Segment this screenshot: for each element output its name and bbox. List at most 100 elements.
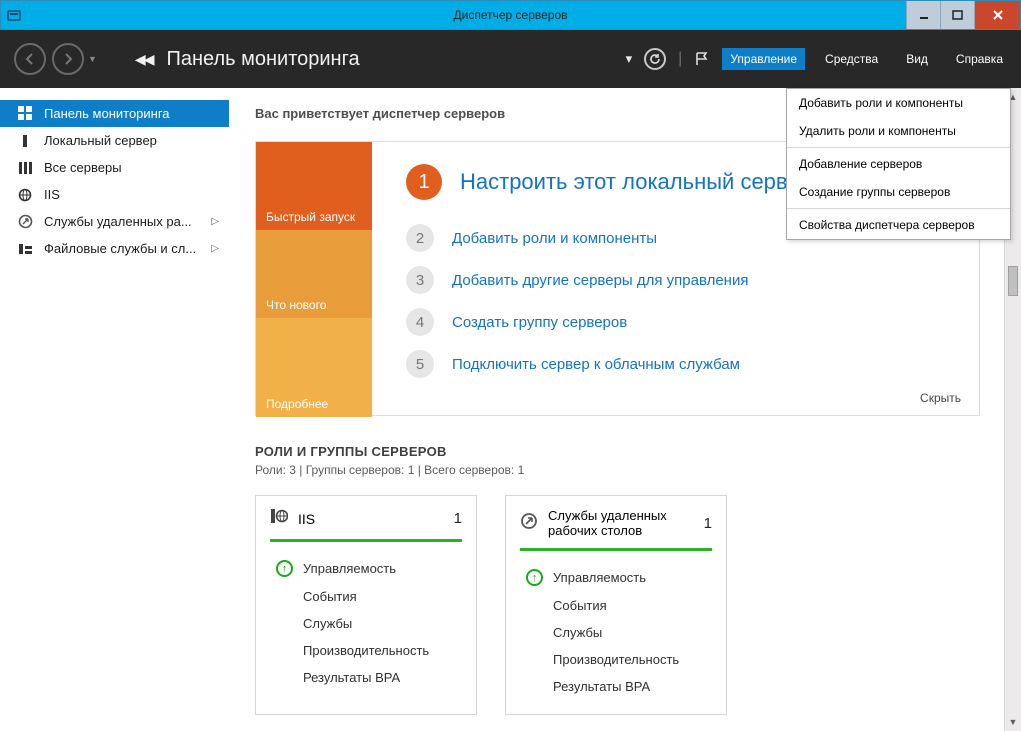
tile-row-label: Управляемость: [303, 561, 396, 576]
dd-remove-roles[interactable]: Удалить роли и компоненты: [787, 117, 1010, 145]
header-dropdown-icon[interactable]: ▾: [626, 51, 633, 67]
role-tile-remote[interactable]: Службы удаленных рабочих столов 1 ↑ Управ…: [505, 495, 727, 715]
step-number: 1: [406, 164, 442, 200]
nav-back-button[interactable]: [14, 43, 46, 75]
nav-dropdown-icon[interactable]: ▼: [88, 54, 97, 64]
scroll-down-icon[interactable]: ▼: [1005, 713, 1021, 731]
tile-row-bpa[interactable]: Результаты BPA: [520, 673, 712, 700]
tile-row-label: События: [553, 598, 607, 613]
tile-row-services[interactable]: Службы: [520, 619, 712, 646]
tile-row-performance[interactable]: Производительность: [520, 646, 712, 673]
sidebar-item-local-server[interactable]: Локальный сервер: [0, 127, 229, 154]
tile-row-label: Производительность: [303, 643, 429, 658]
whatsnew-label: Что нового: [266, 298, 326, 312]
learnmore-tile[interactable]: Подробнее: [256, 318, 372, 417]
step-link: Подключить сервер к облачным службам: [452, 356, 740, 373]
step-number: 5: [406, 350, 434, 378]
breadcrumb: ◀◀ Панель мониторинга: [135, 48, 360, 71]
step-link: Добавить другие серверы для управления: [452, 272, 748, 289]
sidebar-item-label: Службы удаленных ра...: [44, 214, 192, 229]
menu-tools[interactable]: Средства: [817, 48, 886, 70]
learnmore-label: Подробнее: [266, 397, 328, 411]
menu-view[interactable]: Вид: [898, 48, 936, 70]
flag-icon[interactable]: [694, 51, 710, 67]
scroll-thumb[interactable]: [1008, 266, 1018, 296]
tile-row-events[interactable]: События: [270, 583, 462, 610]
quickstart-tile[interactable]: Быстрый запуск: [256, 142, 372, 230]
sidebar-item-file-services[interactable]: Файловые службы и сл... ▷: [0, 235, 229, 262]
tile-row-label: Результаты BPA: [303, 670, 400, 685]
sidebar-item-dashboard[interactable]: Панель мониторинга: [0, 100, 229, 127]
sidebar-item-all-servers[interactable]: Все серверы: [0, 154, 229, 181]
manage-dropdown: Добавить роли и компоненты Удалить роли …: [786, 88, 1011, 240]
tile-row-label: События: [303, 589, 357, 604]
sidebar-item-iis[interactable]: IIS: [0, 181, 229, 208]
tile-row-label: Управляемость: [553, 570, 646, 585]
tile-count: 1: [454, 510, 462, 527]
nav-buttons: [14, 43, 84, 75]
maximize-button[interactable]: [940, 1, 974, 29]
refresh-button[interactable]: [644, 48, 666, 70]
sidebar-item-label: IIS: [44, 187, 60, 202]
whatsnew-tile[interactable]: Что нового: [256, 230, 372, 318]
menu-manage[interactable]: Управление: [722, 48, 805, 70]
welcome-side: Быстрый запуск Что нового Подробнее: [256, 142, 372, 415]
tile-row-events[interactable]: События: [520, 592, 712, 619]
step-number: 4: [406, 308, 434, 336]
step-cloud[interactable]: 5 Подключить сервер к облачным службам: [406, 350, 955, 378]
header-right: ▾ | Управление Средства Вид Справка: [626, 30, 1011, 88]
step-link: Настроить этот локальный серв: [460, 169, 788, 195]
chevron-right-icon: ▷: [211, 243, 219, 254]
sidebar: Панель мониторинга Локальный сервер Все …: [0, 88, 229, 731]
titlebar: Диспетчер серверов: [0, 0, 1021, 30]
up-arrow-icon: ↑: [526, 569, 543, 586]
tile-row-bpa[interactable]: Результаты BPA: [270, 664, 462, 691]
nav-forward-button[interactable]: [52, 43, 84, 75]
hide-link[interactable]: Скрыть: [920, 391, 961, 405]
step-add-servers[interactable]: 3 Добавить другие серверы для управления: [406, 266, 955, 294]
step-create-group[interactable]: 4 Создать группу серверов: [406, 308, 955, 336]
roles-subtitle: Роли: 3 | Группы серверов: 1 | Всего сер…: [255, 463, 980, 477]
dashboard-icon: [16, 106, 34, 121]
tile-row-label: Производительность: [553, 652, 679, 667]
separator: |: [678, 50, 682, 68]
step-link: Добавить роли и компоненты: [452, 230, 657, 247]
tile-row-manageability[interactable]: ↑ Управляемость: [270, 554, 462, 583]
window-title: Диспетчер серверов: [453, 8, 567, 22]
roles-section: РОЛИ И ГРУППЫ СЕРВЕРОВ Роли: 3 | Группы …: [255, 444, 980, 715]
remote-icon: [520, 512, 538, 535]
minimize-button[interactable]: [906, 1, 940, 29]
up-arrow-icon: ↑: [276, 560, 293, 577]
close-button[interactable]: [974, 1, 1020, 29]
remote-icon: [16, 214, 34, 229]
tile-row-manageability[interactable]: ↑ Управляемость: [520, 563, 712, 592]
tile-row-label: Службы: [303, 616, 352, 631]
servers-icon: [16, 161, 34, 175]
dd-properties[interactable]: Свойства диспетчера серверов: [787, 211, 1010, 239]
sidebar-item-remote-services[interactable]: Службы удаленных ра... ▷: [0, 208, 229, 235]
tile-row-label: Службы: [553, 625, 602, 640]
header: ▼ ◀◀ Панель мониторинга ▾ | Управление С…: [0, 30, 1021, 88]
quickstart-label: Быстрый запуск: [266, 210, 355, 224]
chevron-left-icon: ◀◀: [135, 51, 153, 68]
tile-count: 1: [704, 515, 712, 532]
menu-help[interactable]: Справка: [948, 48, 1011, 70]
separator: [787, 208, 1010, 209]
tile-row-services[interactable]: Службы: [270, 610, 462, 637]
step-number: 3: [406, 266, 434, 294]
tile-header: Службы удаленных рабочих столов 1: [520, 508, 712, 551]
dd-create-group[interactable]: Создание группы серверов: [787, 178, 1010, 206]
dd-add-servers[interactable]: Добавление серверов: [787, 150, 1010, 178]
iis-icon: [270, 508, 288, 529]
chevron-right-icon: ▷: [211, 216, 219, 227]
sidebar-item-label: Все серверы: [44, 160, 122, 175]
sidebar-item-label: Файловые службы и сл...: [44, 241, 196, 256]
window-buttons: [906, 1, 1020, 29]
files-icon: [16, 242, 34, 256]
sidebar-item-label: Локальный сервер: [44, 133, 157, 148]
role-tile-iis[interactable]: IIS 1 ↑Управляемость События Службы Прои…: [255, 495, 477, 715]
tile-row-performance[interactable]: Производительность: [270, 637, 462, 664]
dd-add-roles[interactable]: Добавить роли и компоненты: [787, 89, 1010, 117]
separator: [787, 147, 1010, 148]
tile-row-label: Результаты BPA: [553, 679, 650, 694]
